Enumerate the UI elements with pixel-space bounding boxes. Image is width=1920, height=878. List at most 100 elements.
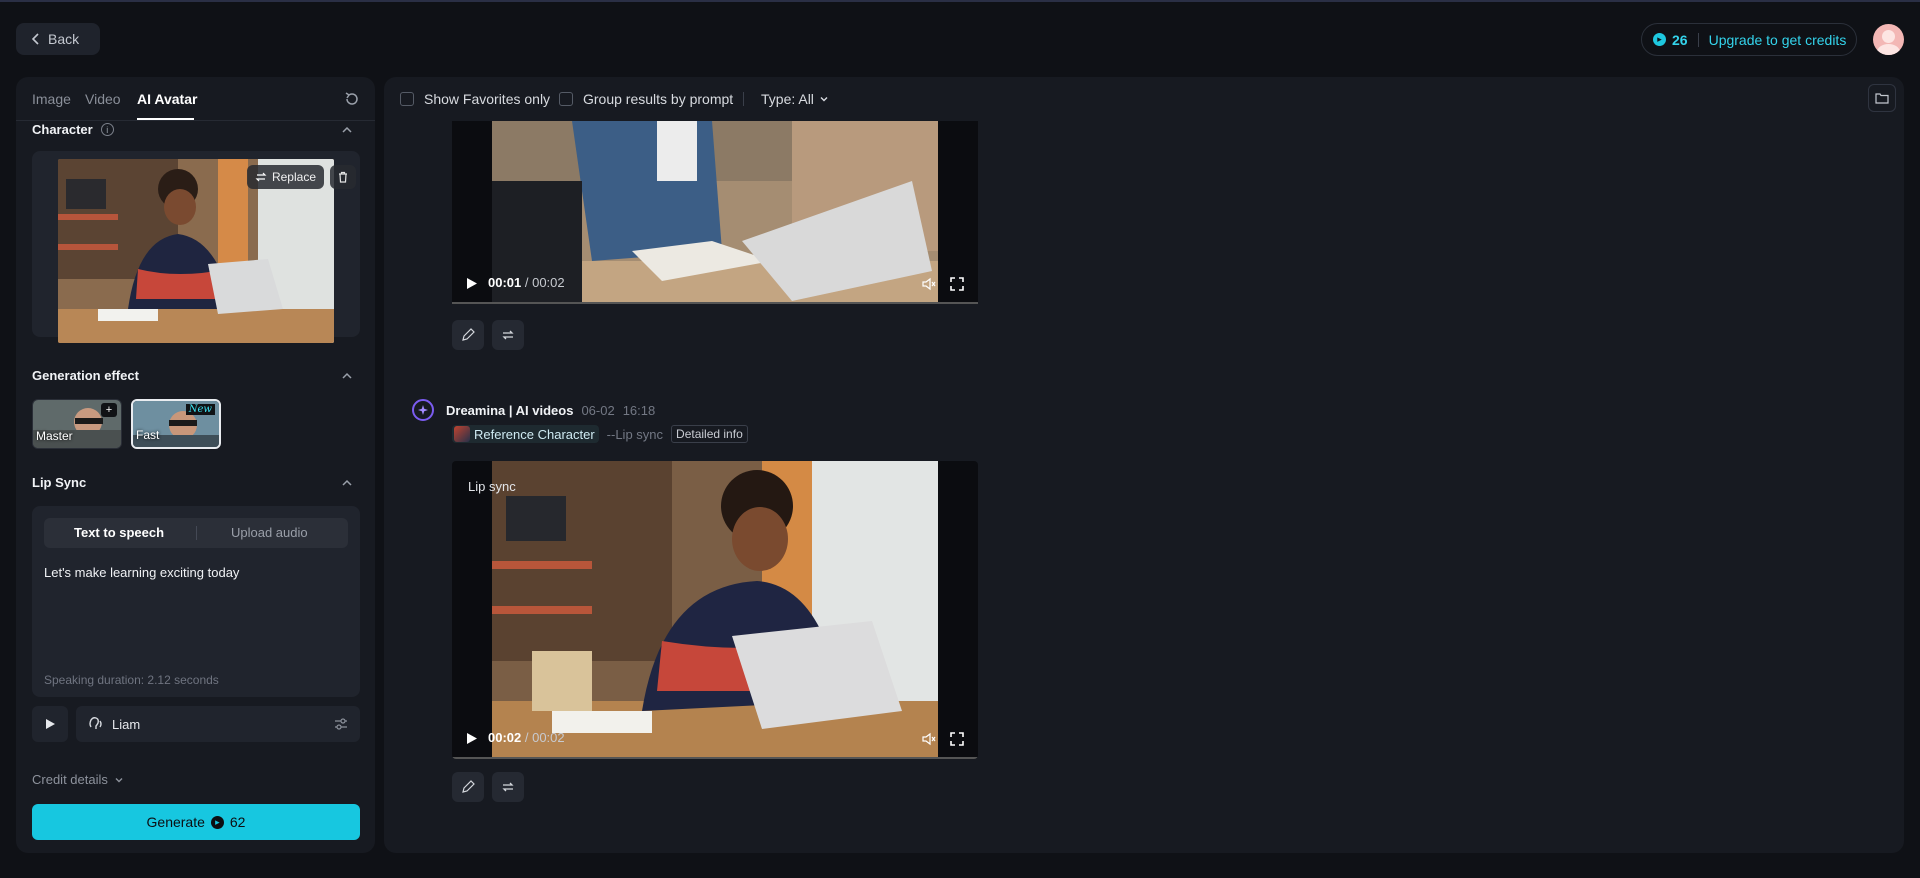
effect-label: Fast — [136, 428, 160, 442]
back-button[interactable]: Back — [16, 23, 100, 55]
character-title-text: Character — [32, 122, 93, 137]
voice-selector[interactable]: Liam — [76, 706, 360, 742]
regenerate-icon — [502, 330, 514, 340]
left-panel: Image Video AI Avatar Character i Replac… — [16, 77, 375, 853]
play-icon[interactable] — [466, 277, 478, 290]
replace-label: Replace — [271, 170, 316, 184]
fullscreen-icon[interactable] — [950, 277, 964, 291]
divider — [196, 526, 197, 540]
tab-ai-avatar[interactable]: AI Avatar — [137, 91, 197, 107]
tab-upload-audio[interactable]: Upload audio — [231, 525, 308, 540]
edit-button[interactable] — [452, 320, 484, 350]
lip-sync-box: Text to speech Upload audio Let's make l… — [32, 506, 360, 697]
chevron-left-icon — [32, 33, 39, 45]
divider — [743, 92, 744, 106]
credits-count: 26 — [1672, 31, 1688, 48]
chevron-down-icon — [115, 777, 123, 782]
play-icon[interactable] — [466, 732, 478, 745]
chevron-up-icon[interactable] — [341, 370, 353, 382]
favorites-checkbox[interactable] — [400, 92, 414, 106]
voice-name: Liam — [112, 716, 141, 732]
video-progress-bar[interactable] — [452, 302, 978, 304]
top-accent-line — [0, 0, 1920, 2]
video-time: 00:02 / 00:02 — [488, 730, 565, 745]
effect-option-fast[interactable]: New Fast — [131, 399, 221, 449]
app-name: Dreamina | AI videos — [446, 402, 574, 418]
folder-icon — [1875, 93, 1889, 104]
active-tab-indicator — [137, 118, 194, 120]
reference-character-chip[interactable]: Reference Character — [452, 425, 599, 443]
reference-thumbnail — [454, 426, 470, 442]
new-badge: New — [185, 404, 215, 415]
lip-sync-title: Lip Sync — [32, 475, 87, 490]
chevron-up-icon[interactable] — [341, 477, 353, 489]
chevron-up-icon[interactable] — [341, 124, 353, 136]
fullscreen-icon[interactable] — [950, 732, 964, 746]
type-filter-dropdown[interactable]: Type: All — [761, 91, 829, 107]
speech-text-input[interactable]: Let's make learning exciting today — [44, 565, 239, 580]
current-time: 00:02 — [488, 730, 522, 745]
current-time: 00:01 — [488, 275, 522, 290]
video-duration: / 00:02 — [524, 730, 565, 745]
play-icon — [46, 719, 55, 729]
tab-video[interactable]: Video — [85, 91, 121, 107]
reference-label: Reference Character — [474, 426, 595, 442]
delete-button[interactable] — [330, 165, 356, 189]
character-title: Character i — [32, 122, 114, 137]
video-time: 00:01 / 00:02 — [488, 275, 565, 290]
credits-pill[interactable]: ▸ 26 Upgrade to get credits — [1641, 23, 1857, 56]
divider — [1697, 32, 1699, 47]
video-player[interactable]: 00:01 / 00:02 — [452, 121, 978, 304]
detailed-info-button[interactable]: Detailed info — [671, 425, 748, 443]
edit-icon — [462, 328, 475, 341]
regenerate-button[interactable] — [492, 772, 524, 802]
regenerate-icon — [502, 782, 514, 792]
generation-effect-title: Generation effect — [32, 368, 139, 383]
upgrade-link[interactable]: Upgrade to get credits — [1709, 32, 1847, 48]
reset-icon[interactable] — [343, 90, 361, 108]
preview-play-button[interactable] — [32, 706, 68, 742]
mode-tabs: Image Video AI Avatar — [16, 77, 375, 121]
generation-prompt-row: Reference Character --Lip sync Detailed … — [452, 425, 748, 443]
regenerate-button[interactable] — [492, 320, 524, 350]
replace-button[interactable]: Replace — [246, 165, 324, 189]
effect-option-master[interactable]: + Master — [32, 399, 122, 449]
video-frame — [492, 461, 938, 759]
edit-button[interactable] — [452, 772, 484, 802]
credit-icon: ▸ — [210, 815, 224, 829]
generation-header: Dreamina | AI videos 06-02 16:18 — [412, 399, 655, 421]
settings-sliders-icon[interactable] — [334, 717, 348, 731]
chevron-down-icon — [820, 97, 828, 102]
group-checkbox[interactable] — [559, 92, 573, 106]
lip-sync-tabs: Text to speech Upload audio — [44, 518, 348, 548]
effect-label: Master — [36, 429, 73, 443]
dreamina-logo-icon — [412, 399, 434, 421]
volume-icon[interactable] — [922, 277, 936, 291]
speaking-duration: Speaking duration: 2.12 seconds — [44, 673, 219, 687]
user-avatar[interactable] — [1873, 24, 1904, 55]
type-filter-label: Type: All — [761, 91, 814, 107]
generation-date: 06-02 — [581, 402, 615, 418]
replace-icon — [255, 172, 267, 182]
generate-cost: 62 — [229, 814, 246, 830]
group-label[interactable]: Group results by prompt — [583, 91, 733, 107]
volume-icon[interactable] — [922, 732, 936, 746]
video-player[interactable]: Lip sync 00:02 / 00:02 — [452, 461, 978, 759]
generate-button[interactable]: Generate ▸ 62 — [32, 804, 360, 840]
video-progress-bar[interactable] — [452, 757, 978, 759]
tab-image[interactable]: Image — [32, 91, 71, 107]
tab-text-to-speech[interactable]: Text to speech — [74, 525, 164, 540]
video-duration: / 00:02 — [524, 275, 565, 290]
credit-details-label: Credit details — [32, 772, 108, 787]
folder-button[interactable] — [1868, 84, 1896, 112]
info-icon[interactable]: i — [100, 123, 114, 136]
results-panel: Show Favorites only Group results by pro… — [384, 77, 1904, 853]
credit-details-toggle[interactable]: Credit details — [32, 772, 124, 787]
plus-icon: + — [101, 403, 117, 417]
edit-icon — [462, 780, 475, 793]
generation-mode: --Lip sync — [606, 426, 664, 442]
trash-icon — [339, 171, 347, 183]
character-box: Replace — [32, 151, 360, 343]
favorites-label[interactable]: Show Favorites only — [424, 91, 550, 107]
filter-bar: Show Favorites only Group results by pro… — [384, 77, 1904, 121]
